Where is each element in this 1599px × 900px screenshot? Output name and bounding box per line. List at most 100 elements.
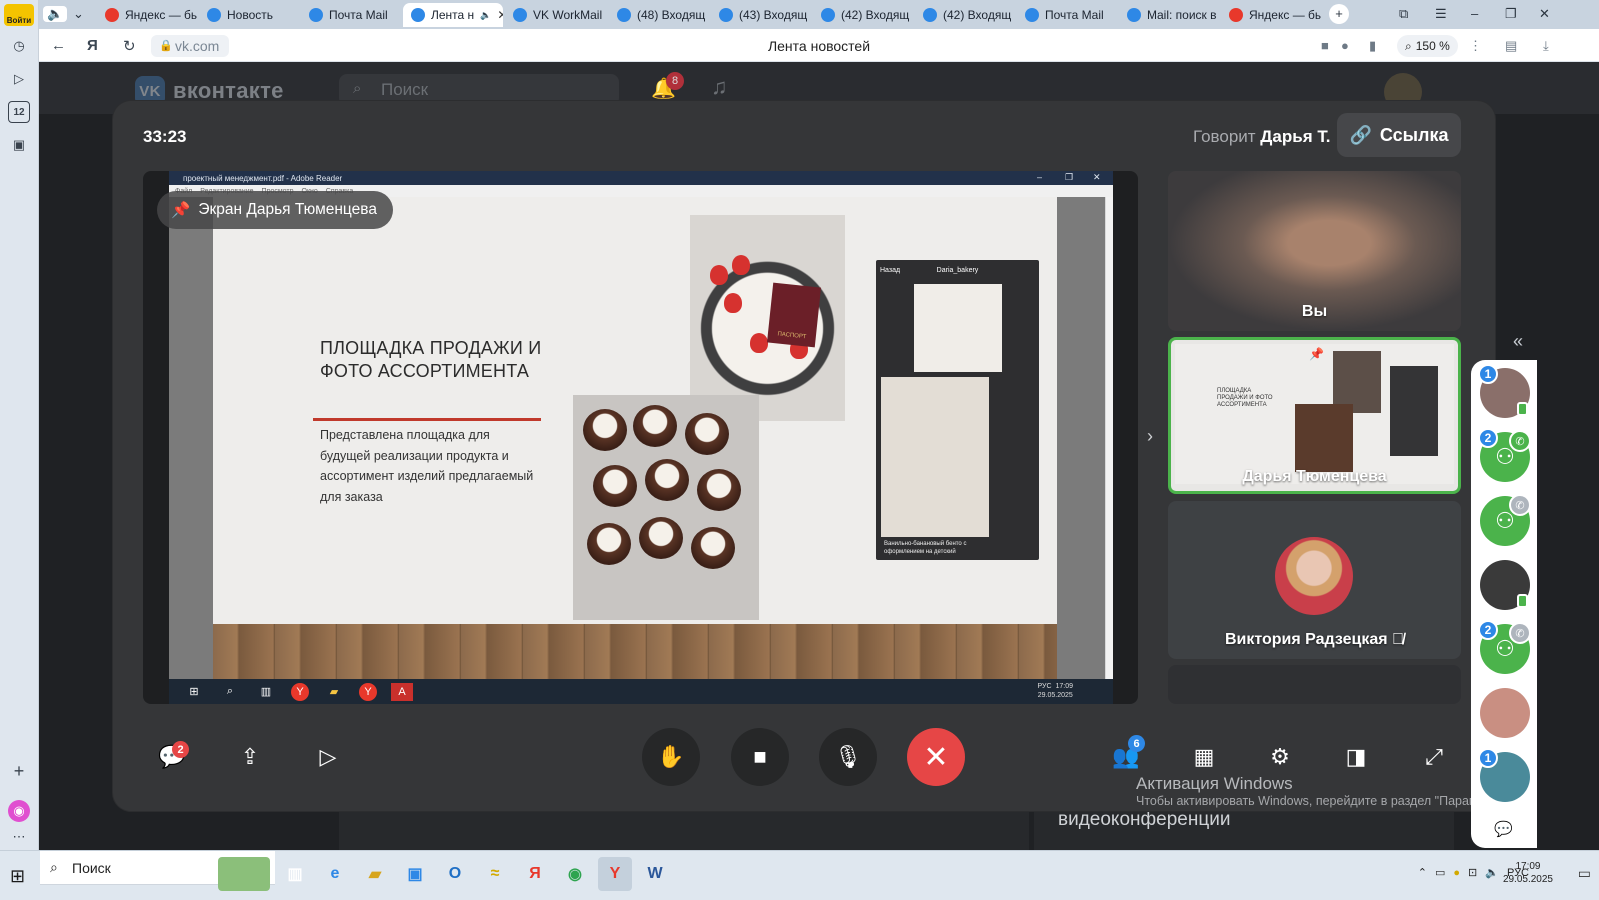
tray-network-icon[interactable]: ▭	[1435, 866, 1445, 879]
taskview-icon[interactable]: ▥	[278, 857, 312, 891]
online-indicator	[1517, 594, 1528, 608]
remote-date: 29.05.2025	[1037, 692, 1073, 699]
tab-11[interactable]: Mail: поиск в	[1119, 3, 1219, 27]
tab-4[interactable]: Лента н 🔈 ✕	[403, 3, 503, 27]
cupcakes-photo	[573, 395, 759, 620]
login-button[interactable]: Войти	[4, 4, 34, 26]
tray-volume-icon[interactable]: 🔈	[1485, 866, 1499, 879]
vk-workmail-icon	[923, 8, 937, 22]
avatar[interactable]	[1480, 688, 1530, 738]
picture-in-picture-button[interactable]: ◨	[1327, 728, 1385, 786]
remote-search-icon: ⌕	[226, 685, 234, 697]
notifications-icon[interactable]: ▭	[1578, 865, 1591, 882]
yandex-icon[interactable]: Я	[518, 857, 552, 891]
download-icon[interactable]: ⤓	[1543, 38, 1549, 54]
share-screen-button[interactable]: ⇪	[221, 728, 279, 786]
edge-icon[interactable]: e	[318, 857, 352, 891]
windows-start-icon[interactable]: ⊞	[10, 866, 25, 887]
outlook-icon[interactable]: O	[438, 857, 472, 891]
speaking-label: Говорит	[1193, 127, 1256, 146]
tab-label: (43) Входящ	[739, 8, 808, 22]
microphone-button[interactable]: 🎙	[819, 728, 877, 786]
collapse-chevrons-icon[interactable]: «	[1513, 331, 1523, 352]
tab-10[interactable]: Почта Mail	[1017, 3, 1117, 27]
more-vert-icon[interactable]: ⋮	[1469, 38, 1482, 54]
tab-7[interactable]: (43) Входящ	[711, 3, 811, 27]
tab-12[interactable]: Яндекс — бы	[1221, 3, 1321, 27]
tab-1[interactable]: Яндекс — бы	[97, 3, 197, 27]
taskbar-clock[interactable]: 17:09 29.05.2025	[1503, 860, 1553, 886]
alice-icon[interactable]: ◉	[8, 800, 30, 822]
add-panel-icon[interactable]: +	[8, 760, 30, 782]
tab-audio-icon[interactable]: 🔈	[43, 6, 68, 22]
chevron-right-icon[interactable]: ›	[1147, 426, 1153, 447]
zoom-indicator[interactable]: ⌕ 150 %	[1397, 35, 1458, 57]
tab-audio-icon[interactable]: 🔈	[480, 10, 491, 21]
minimize-icon[interactable]: –	[1471, 6, 1478, 21]
pinned-screen-label[interactable]: 📌 Экран Дарья Тюменцева	[157, 191, 393, 229]
tab-label: Почта Mail	[1045, 8, 1104, 22]
yandex-browser-icon[interactable]: Y	[598, 857, 632, 891]
windows-activation-text: Чтобы активировать Windows, перейдите в …	[1136, 794, 1514, 808]
tab-9[interactable]: (42) Входящ	[915, 3, 1015, 27]
tray-beeline-icon[interactable]: ●	[1453, 867, 1460, 879]
history-icon[interactable]: ◷	[8, 35, 30, 57]
store-icon[interactable]: ▣	[398, 857, 432, 891]
participant-name: Дарья Тюменцева	[1242, 468, 1387, 485]
calendar-icon[interactable]: 12	[8, 101, 30, 123]
clock-date: 29.05.2025	[1502, 874, 1553, 885]
tab-2[interactable]: Новость	[199, 3, 299, 27]
tab-8[interactable]: (42) Входящ	[813, 3, 913, 27]
phone-photo-cake	[914, 284, 1002, 372]
raise-hand-button[interactable]: ✋	[642, 728, 700, 786]
mic-icon[interactable]: ●	[1341, 38, 1349, 53]
sidebar-toggle-icon[interactable]: ▤	[1505, 38, 1517, 54]
close-tab-icon[interactable]: ✕	[497, 8, 503, 22]
chat-button[interactable]: 💬	[143, 728, 201, 786]
vk-icon	[411, 8, 425, 22]
file-explorer-icon[interactable]: ▰	[358, 857, 392, 891]
bookmark-icon[interactable]: ▮	[1369, 38, 1376, 54]
tab-3[interactable]: Почта Mail	[301, 3, 401, 27]
fullscreen-button[interactable]: ⤢	[1405, 728, 1463, 786]
shared-screen-view[interactable]: проектный менеджмент.pdf - Adobe Reader …	[143, 171, 1138, 704]
camera-button[interactable]: ■	[731, 728, 789, 786]
cupcake	[691, 527, 735, 569]
participant-tile-screen[interactable]: ПЛОЩАДКА ПРОДАЖИ И ФОТО АССОРТИМЕНТА 📌 Д…	[1168, 337, 1461, 494]
maximize-icon[interactable]: ❐	[1505, 6, 1517, 22]
camera-icon[interactable]: ■	[1321, 38, 1329, 53]
participant-tile-partial[interactable]	[1168, 665, 1461, 704]
tab-6[interactable]: (48) Входящ	[609, 3, 709, 27]
end-call-button[interactable]: ✕	[907, 728, 965, 786]
switch-layout-button[interactable]: ▷	[299, 728, 357, 786]
participant-tile-self[interactable]: Вы	[1168, 171, 1461, 331]
remote-taskbar: ⊞ ⌕ ▥ Y ▰ Y A РУС 17:09 29.05.2025	[169, 679, 1113, 704]
tab-label: (42) Входящ	[841, 8, 910, 22]
screenshot-icon[interactable]: ▣	[8, 134, 30, 156]
tray-chevron-icon[interactable]: ⌃	[1418, 866, 1427, 879]
participants-badge: 6	[1128, 735, 1145, 752]
chat-bubble-icon[interactable]: 💬	[1494, 820, 1513, 838]
participant-tile-viktoria[interactable]: Виктория Радзецкая 🎙̸	[1168, 501, 1461, 659]
collections-icon[interactable]: ⧉	[1399, 6, 1408, 22]
word-icon[interactable]: W	[638, 857, 672, 891]
menu-icon[interactable]: ☰	[1435, 6, 1447, 22]
tab-5[interactable]: VK WorkMail	[505, 3, 605, 27]
more-icon[interactable]: ⋯	[8, 826, 30, 848]
chrome-icon[interactable]: ◉	[558, 857, 592, 891]
music-icon[interactable]: ♫	[711, 74, 728, 100]
tab-label: (48) Входящ	[637, 8, 706, 22]
new-tab-button[interactable]: +	[1329, 4, 1349, 24]
mini-slide-title: ПЛОЩАДКА ПРОДАЖИ И ФОТО АССОРТИМЕНТА	[1217, 388, 1273, 408]
slide-divider	[313, 418, 541, 421]
share-screen-icon: ⇪	[240, 744, 260, 769]
strawberry	[724, 293, 742, 313]
copy-link-button[interactable]: 🔗 Ссылка	[1337, 113, 1461, 157]
tray-wifi-icon[interactable]: ⊡	[1468, 866, 1477, 879]
play-icon[interactable]: ▷	[8, 68, 30, 90]
search-icon: ⌕	[353, 80, 362, 97]
close-window-icon[interactable]: ✕	[1539, 6, 1550, 22]
expand-icon: ⤢	[1425, 744, 1443, 769]
beeline-icon[interactable]: ≈	[478, 857, 512, 891]
tabs-menu-chevron-icon[interactable]: ⌄	[73, 6, 84, 22]
